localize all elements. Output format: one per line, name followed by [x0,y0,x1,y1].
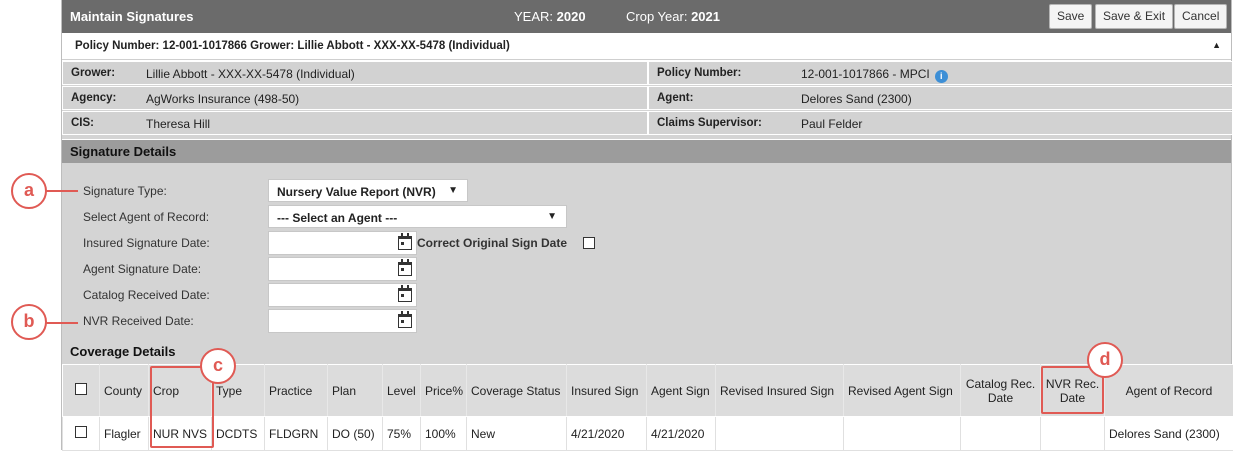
cell-agent-of-record: Delores Sand (2300) [1105,417,1233,451]
policy-number-row: Policy Number: 12-001-1017866 - MPCI i [648,61,1233,85]
column-header-price[interactable]: Price% [421,365,467,417]
cell-revised-agent-sign [844,417,961,451]
marker-a-leader-line [46,190,78,192]
window-title: Maintain Signatures [70,9,194,24]
policy-number-value: 12-001-1017866 - MPCI [801,67,930,81]
save-exit-button[interactable]: Save & Exit [1095,4,1173,29]
cis-value: Theresa Hill [146,117,210,131]
claims-supervisor-label: Claims Supervisor: [657,117,762,129]
cell-agent-sign: 4/21/2020 [647,417,716,451]
grower-value: Lillie Abbott - XXX-XX-5478 (Individual) [146,67,355,81]
maintain-signatures-window: Maintain Signatures YEAR: 2020 Crop Year… [61,0,1232,450]
cell-catalog-rec-date [961,417,1041,451]
title-bar: Maintain Signatures YEAR: 2020 Crop Year… [62,0,1231,33]
column-header-plan[interactable]: Plan [328,365,383,417]
column-header-catalog-rec-date[interactable]: Catalog Rec. Date [961,365,1041,417]
agent-of-record-value: --- Select an Agent --- [277,211,397,225]
agent-row: Agent: Delores Sand (2300) [648,86,1233,110]
column-header-agent-of-record[interactable]: Agent of Record [1105,365,1233,417]
agent-value: Delores Sand (2300) [801,92,912,106]
grower-label: Grower: [71,67,115,79]
row-checkbox[interactable] [75,426,87,438]
agency-row: Agency: AgWorks Insurance (498-50) [62,86,648,110]
cell-price: 100% [421,417,467,451]
claims-supervisor-row: Claims Supervisor: Paul Felder [648,111,1233,135]
agent-of-record-label: Select Agent of Record: [83,210,209,224]
signature-type-value: Nursery Value Report (NVR) [277,185,436,199]
calendar-icon[interactable] [398,262,412,276]
column-header-coverage-status[interactable]: Coverage Status [467,365,567,417]
nvr-received-date-label: NVR Received Date: [83,314,194,328]
cis-row: CIS: Theresa Hill [62,111,648,135]
crop-year-display: Crop Year: 2021 [626,9,720,24]
signature-type-select[interactable]: Nursery Value Report (NVR) ▼ [268,179,468,202]
signature-type-label: Signature Type: [83,184,167,198]
cancel-button[interactable]: Cancel [1174,4,1227,29]
column-header-level[interactable]: Level [383,365,421,417]
cell-coverage-status: New [467,417,567,451]
policy-info-grid: Grower: Lillie Abbott - XXX-XX-5478 (Ind… [62,61,1231,139]
signature-details-header: Signature Details [62,139,1231,163]
agency-value: AgWorks Insurance (498-50) [146,92,299,106]
agency-label: Agency: [71,92,116,104]
column-header-revised-insured-sign[interactable]: Revised Insured Sign [716,365,844,417]
signature-details-form: Signature Type: Nursery Value Report (NV… [62,163,1231,365]
crop-year-value: 2021 [691,9,720,24]
cell-county: Flagler [100,417,149,451]
triangle-up-icon[interactable]: ▲ [1212,40,1221,50]
crop-year-label: Crop Year: [626,9,687,24]
insured-signature-date-input[interactable] [268,231,417,255]
agent-of-record-select[interactable]: --- Select an Agent --- ▼ [268,205,567,228]
marker-b: b [11,304,47,340]
dropdown-arrow-icon: ▼ [448,185,458,196]
marker-b-leader-line [46,322,78,324]
catalog-received-date-input[interactable] [268,283,417,307]
column-header-agent-sign[interactable]: Agent Sign [647,365,716,417]
correct-original-sign-date-checkbox[interactable] [583,237,595,249]
agent-signature-date-input[interactable] [268,257,417,281]
table-row[interactable]: Flagler NUR NVS DCDTS FLDGRN DO (50) 75%… [63,417,1233,451]
claims-supervisor-value: Paul Felder [801,117,862,131]
row-select-cell [63,417,100,451]
year-value: 2020 [557,9,586,24]
cell-revised-insured-sign [716,417,844,451]
nvr-received-date-input[interactable] [268,309,417,333]
insured-signature-date-label: Insured Signature Date: [83,236,210,250]
grower-row: Grower: Lillie Abbott - XXX-XX-5478 (Ind… [62,61,648,85]
coverage-details-title: Coverage Details [70,344,176,359]
cell-practice: FLDGRN [265,417,328,451]
column-header-insured-sign[interactable]: Insured Sign [567,365,647,417]
correct-original-sign-date-label: Correct Original Sign Date [417,236,567,250]
dropdown-arrow-icon: ▼ [547,211,557,222]
marker-d: d [1087,342,1123,378]
column-header-revised-agent-sign[interactable]: Revised Agent Sign [844,365,961,417]
cell-nvr-rec-date [1041,417,1105,451]
save-button[interactable]: Save [1049,4,1092,29]
select-all-header [63,365,100,417]
cell-type: DCDTS [212,417,265,451]
calendar-icon[interactable] [398,314,412,328]
signature-details-title: Signature Details [70,144,176,159]
policy-number-label: Policy Number: [657,67,741,79]
info-icon[interactable]: i [935,70,948,83]
column-header-county[interactable]: County [100,365,149,417]
policy-summary-text: Policy Number: 12-001-1017866 Grower: Li… [75,40,510,52]
marker-a: a [11,173,47,209]
cell-level: 75% [383,417,421,451]
cell-plan: DO (50) [328,417,383,451]
cis-label: CIS: [71,117,94,129]
agent-signature-date-label: Agent Signature Date: [83,262,201,276]
year-label: YEAR: [514,9,553,24]
cell-insured-sign: 4/21/2020 [567,417,647,451]
column-header-practice[interactable]: Practice [265,365,328,417]
select-all-checkbox[interactable] [75,383,87,395]
calendar-icon[interactable] [398,236,412,250]
calendar-icon[interactable] [398,288,412,302]
policy-summary-bar[interactable]: Policy Number: 12-001-1017866 Grower: Li… [62,33,1231,60]
year-display: YEAR: 2020 [514,9,586,24]
catalog-received-date-label: Catalog Received Date: [83,288,210,302]
agent-label: Agent: [657,92,693,104]
marker-c: c [200,348,236,384]
